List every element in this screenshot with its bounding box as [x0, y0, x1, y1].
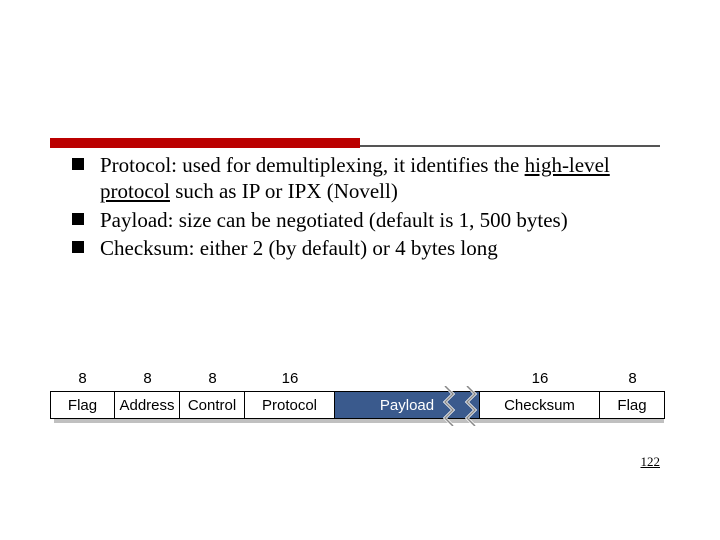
thin-rule	[360, 145, 660, 147]
square-bullet-icon	[72, 213, 84, 225]
square-bullet-icon	[72, 158, 84, 170]
frame-diagram: 8 8 8 16 16 8 Flag Address Control Proto…	[50, 370, 660, 419]
field-address: Address	[115, 391, 180, 419]
bullet-prefix: Protocol:	[100, 153, 182, 177]
field-payload: Payload	[335, 391, 480, 419]
field-width: 8	[50, 370, 115, 387]
field-flag: Flag	[50, 391, 115, 419]
field-box-row: Flag Address Control Protocol Payload Ch…	[50, 391, 660, 419]
bullet-text: Checksum: either 2 (by default) or 4 byt…	[100, 235, 640, 261]
bullet-text: Protocol: used for demultiplexing, it id…	[100, 152, 640, 205]
break-mark-icon	[441, 386, 457, 426]
break-mark-icon	[463, 386, 479, 426]
field-checksum: Checksum	[480, 391, 600, 419]
bullet-body: used for demultiplexing, it identifies t…	[182, 153, 524, 177]
bullet-body: either 2 (by default) or 4 bytes long	[200, 236, 498, 260]
field-width-row: 8 8 8 16 16 8	[50, 370, 660, 387]
field-width: 8	[180, 370, 245, 387]
bullet-prefix: Payload:	[100, 208, 179, 232]
slide: Protocol: used for demultiplexing, it id…	[0, 0, 720, 540]
field-control: Control	[180, 391, 245, 419]
payload-label: Payload	[380, 397, 434, 414]
square-bullet-icon	[72, 241, 84, 253]
bullet-body: size can be negotiated (default is 1, 50…	[179, 208, 568, 232]
list-item: Payload: size can be negotiated (default…	[72, 207, 640, 233]
field-flag: Flag	[600, 391, 665, 419]
list-item: Checksum: either 2 (by default) or 4 byt…	[72, 235, 640, 261]
field-protocol: Protocol	[245, 391, 335, 419]
bullet-list: Protocol: used for demultiplexing, it id…	[72, 152, 640, 263]
page-number: 122	[641, 454, 661, 470]
red-accent-bar	[50, 138, 360, 148]
field-width	[335, 370, 480, 387]
bullet-prefix: Checksum:	[100, 236, 200, 260]
field-width: 16	[245, 370, 335, 387]
field-width: 16	[480, 370, 600, 387]
bullet-suffix: such as IP or IPX (Novell)	[170, 179, 398, 203]
field-width: 8	[600, 370, 665, 387]
field-width: 8	[115, 370, 180, 387]
bullet-text: Payload: size can be negotiated (default…	[100, 207, 640, 233]
title-rule	[50, 138, 660, 148]
list-item: Protocol: used for demultiplexing, it id…	[72, 152, 640, 205]
